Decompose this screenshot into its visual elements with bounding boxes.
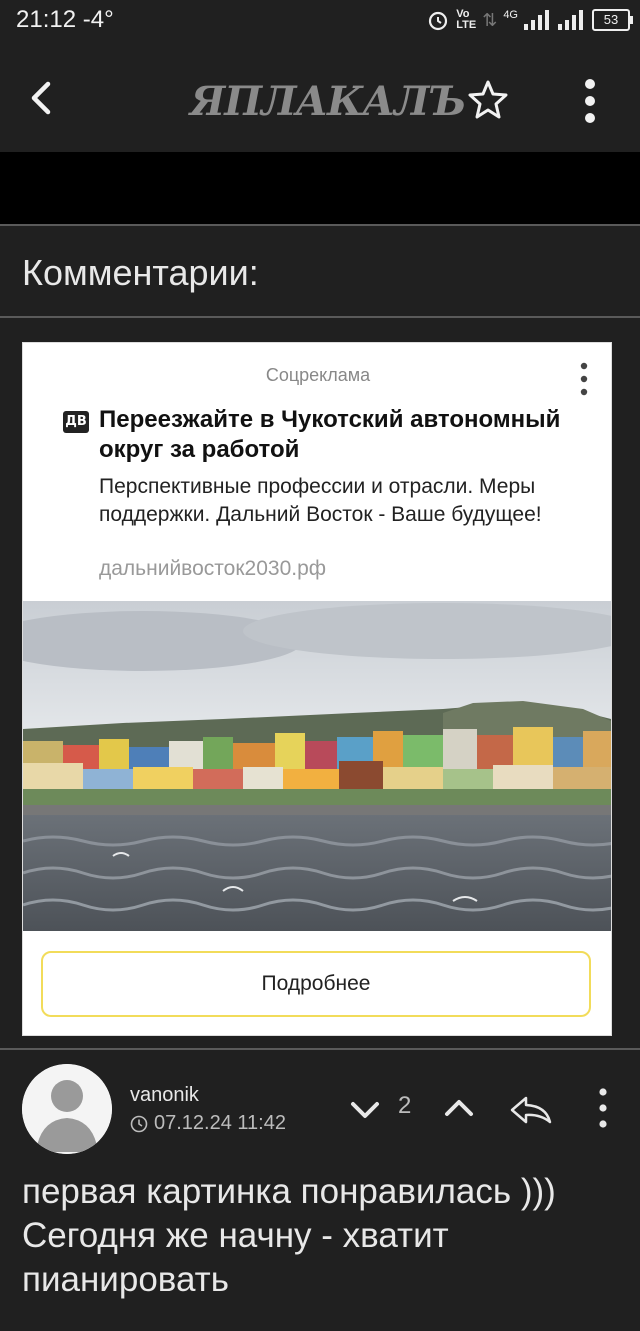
- site-logo[interactable]: ЯПЛАКАЛЪ: [190, 78, 467, 125]
- avatar[interactable]: [22, 1064, 112, 1154]
- ad-more-icon[interactable]: [577, 361, 591, 397]
- ad-domain[interactable]: дальнийвосток2030.рф: [99, 557, 326, 581]
- more-vertical-icon[interactable]: [576, 76, 604, 126]
- back-arrow-icon[interactable]: [22, 78, 62, 118]
- comment-username[interactable]: vanonik: [130, 1084, 199, 1107]
- volte-icon: Vo LTE: [456, 8, 477, 31]
- network-label: 4G: [503, 9, 518, 21]
- divider: [0, 224, 640, 226]
- status-time: 21:12 -4°: [16, 6, 114, 33]
- status-icons: Vo LTE ⇅ 4G 53: [426, 6, 633, 34]
- battery-icon: 53: [592, 9, 633, 31]
- comment-date: 07.12.24 11:42: [154, 1112, 286, 1134]
- signal-icon: [524, 10, 549, 30]
- ad-title[interactable]: Переезжайте в Чукотский автономный округ…: [99, 405, 579, 465]
- ad-logo: ДВ: [63, 411, 89, 433]
- ad-label: Соцреклама: [265, 365, 371, 385]
- ad-image[interactable]: [23, 601, 611, 931]
- comment-item: vanonik 07.12.24 11:42 2 первая картинка…: [0, 1050, 640, 1331]
- vote-count: 2: [398, 1092, 412, 1119]
- comments-title: Комментарии:: [22, 252, 259, 293]
- data-arrows-icon: ⇅: [482, 9, 498, 30]
- status-bar: 21:12 -4° Vo LTE ⇅ 4G 53: [0, 0, 640, 40]
- ad-description: Перспективные профессии и отрасли. Меры …: [99, 475, 542, 526]
- black-banner: [0, 152, 640, 224]
- divider: [0, 316, 640, 318]
- signal-icon-2: [558, 10, 583, 30]
- clock-icon: [130, 1115, 148, 1132]
- vote-down-icon[interactable]: [348, 1092, 382, 1126]
- vote-up-icon[interactable]: [442, 1092, 476, 1126]
- ad-block[interactable]: Соцреклама ДВ Переезжайте в Чукотский ав…: [22, 342, 612, 1036]
- app-bar: ЯПЛАКАЛЪ: [0, 40, 640, 152]
- alarm-icon: [429, 11, 448, 31]
- comment-date-row: 07.12.24 11:42: [130, 1112, 286, 1135]
- comment-text: первая картинка понравилась ))) Сегодня …: [22, 1172, 556, 1299]
- reply-icon[interactable]: [508, 1090, 554, 1130]
- star-icon[interactable]: [466, 78, 510, 122]
- ad-more-button[interactable]: Подробнее: [41, 951, 591, 1017]
- comment-more-icon[interactable]: [590, 1086, 616, 1130]
